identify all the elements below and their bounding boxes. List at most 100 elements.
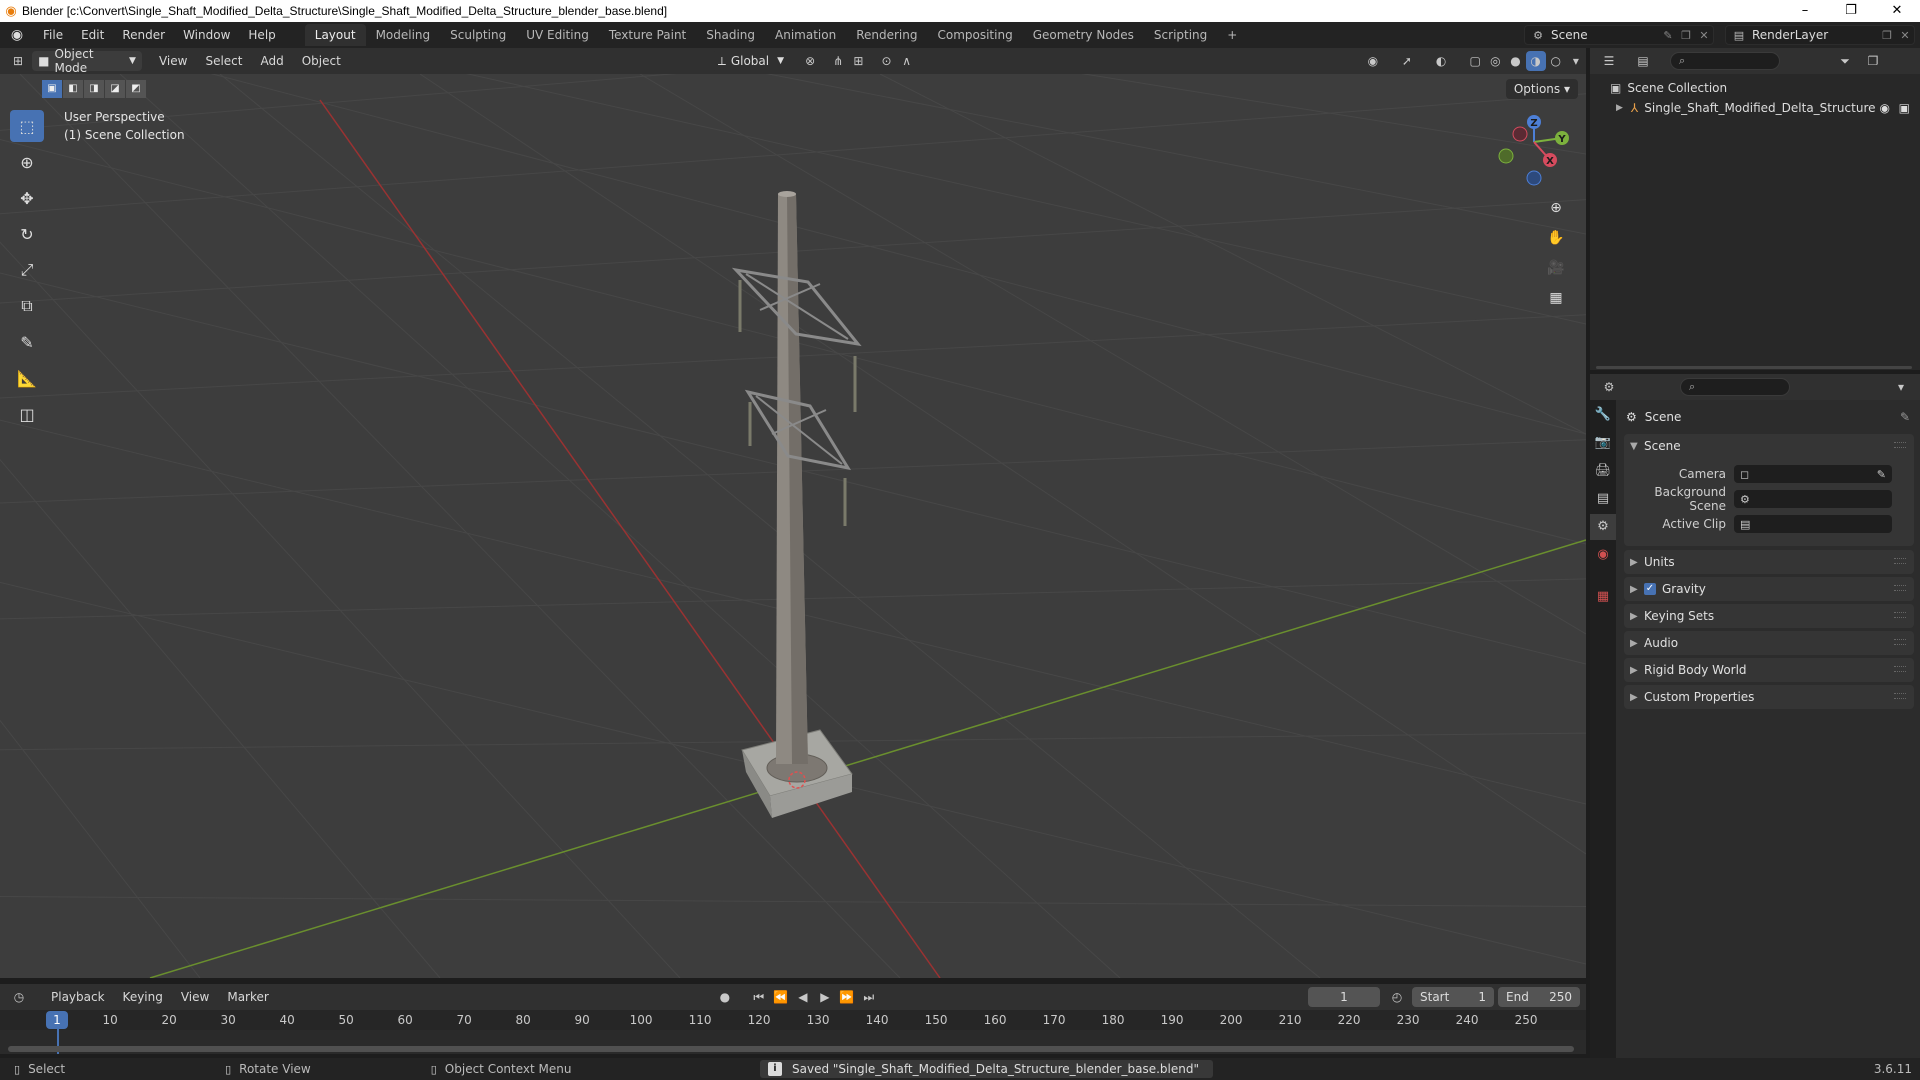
render-layer-name[interactable]: RenderLayer: [1752, 28, 1878, 42]
overlay-toggle-icon[interactable]: ◐: [1431, 51, 1451, 71]
tab-sculpting[interactable]: Sculpting: [440, 24, 516, 46]
new-scene-icon[interactable]: ❐: [1677, 29, 1695, 42]
outliner-row-scene-collection[interactable]: ▣ Scene Collection: [1590, 78, 1920, 98]
menu-object[interactable]: Object: [293, 54, 350, 68]
menu-render[interactable]: Render: [113, 22, 174, 48]
jump-keyframe-forward-icon[interactable]: ⏩: [836, 987, 858, 1007]
drag-grip-icon[interactable]: [1894, 558, 1906, 564]
visibility-icon[interactable]: ◉: [1363, 51, 1383, 71]
menu-keying[interactable]: Keying: [114, 990, 172, 1004]
record-icon[interactable]: ●: [714, 987, 736, 1007]
camera-view-icon[interactable]: 🎥: [1542, 254, 1570, 282]
transform-tool-icon[interactable]: ⧉: [10, 290, 44, 322]
properties-editor-icon[interactable]: ⚙: [1598, 377, 1620, 397]
select-subtract-icon[interactable]: ◨: [84, 80, 104, 98]
rigid-body-world-panel[interactable]: ▶ Rigid Body World: [1624, 658, 1914, 682]
tab-shading[interactable]: Shading: [696, 24, 765, 46]
menu-playback[interactable]: Playback: [42, 990, 114, 1004]
world-tab-icon[interactable]: ◉: [1590, 542, 1616, 568]
properties-search-input[interactable]: ⌕: [1680, 378, 1790, 396]
camera-render-icon[interactable]: ▣: [1899, 101, 1910, 115]
menu-window[interactable]: Window: [174, 22, 239, 48]
drag-grip-icon[interactable]: [1894, 585, 1906, 591]
tab-texture-paint[interactable]: Texture Paint: [599, 24, 696, 46]
add-workspace-button[interactable]: +: [1217, 24, 1247, 46]
tab-scripting[interactable]: Scripting: [1144, 24, 1217, 46]
menu-file[interactable]: File: [34, 22, 72, 48]
preview-range-icon[interactable]: ◴: [1386, 987, 1408, 1007]
menu-marker[interactable]: Marker: [218, 990, 277, 1004]
tab-layout[interactable]: Layout: [304, 24, 366, 46]
texture-tab-icon[interactable]: ▦: [1590, 584, 1616, 610]
zoom-icon[interactable]: ⊕: [1542, 194, 1570, 222]
drag-grip-icon[interactable]: [1894, 612, 1906, 618]
scene-tab-icon[interactable]: ⚙: [1590, 514, 1616, 540]
expand-arrow-icon[interactable]: ▶: [1616, 103, 1623, 113]
delete-scene-icon[interactable]: ✕: [1695, 29, 1713, 42]
menu-view[interactable]: View: [150, 54, 196, 68]
end-frame-field[interactable]: End 250: [1498, 987, 1580, 1007]
select-extend-icon[interactable]: ◧: [63, 80, 83, 98]
scene-name[interactable]: Scene: [1551, 28, 1659, 42]
wireframe-shading-icon[interactable]: ◎: [1485, 51, 1505, 71]
falloff-icon[interactable]: ∧: [897, 51, 917, 71]
new-layer-icon[interactable]: ❐: [1878, 29, 1896, 42]
select-box-tool-icon[interactable]: ⬚: [10, 110, 44, 142]
scene-panel-header[interactable]: ▼ Scene: [1624, 434, 1914, 458]
view-layer-tab-icon[interactable]: ▤: [1590, 486, 1616, 512]
menu-add[interactable]: Add: [251, 54, 292, 68]
tab-rendering[interactable]: Rendering: [846, 24, 927, 46]
3d-viewport[interactable]: Z Y X ▣ ◧ ◨ ◪ ◩ Options ▾ User Perspecti…: [0, 74, 1586, 978]
frame-ruler[interactable]: 10 20 30 40 50 60 70 80 90 100 110 120 130 140 150 160 1…: [0, 1010, 1586, 1030]
delete-layer-icon[interactable]: ✕: [1896, 29, 1914, 42]
timeline-scrollbar[interactable]: [8, 1046, 1574, 1052]
properties-options-icon[interactable]: ▾: [1890, 377, 1912, 397]
annotate-tool-icon[interactable]: ✎: [10, 326, 44, 358]
pan-hand-icon[interactable]: ✋: [1542, 224, 1570, 252]
timeline-editor-icon[interactable]: ◷: [8, 987, 30, 1007]
menu-select[interactable]: Select: [196, 54, 251, 68]
maximize-button[interactable]: ❐: [1828, 0, 1874, 22]
audio-panel[interactable]: ▶ Audio: [1624, 631, 1914, 655]
current-frame-field[interactable]: 1: [1308, 987, 1380, 1007]
select-intersect-icon[interactable]: ◩: [126, 80, 146, 98]
proportional-edit-icon[interactable]: ⊙: [876, 51, 896, 71]
drag-grip-icon[interactable]: [1894, 693, 1906, 699]
add-cube-tool-icon[interactable]: ◫: [10, 398, 44, 430]
active-clip-field[interactable]: ▤: [1734, 515, 1892, 533]
eye-icon[interactable]: ◉: [1880, 101, 1890, 115]
scene-selector[interactable]: ⚙ Scene ✎ ❐ ✕: [1524, 25, 1714, 45]
editor-type-icon[interactable]: ⊞: [8, 51, 28, 71]
eyedropper-icon[interactable]: ✎: [1877, 468, 1886, 481]
tab-uv-editing[interactable]: UV Editing: [516, 24, 599, 46]
snap-target-icon[interactable]: ⊞: [848, 51, 868, 71]
display-mode-icon[interactable]: ▤: [1632, 51, 1654, 71]
blender-menu-icon[interactable]: ◉: [0, 27, 34, 43]
keying-sets-panel[interactable]: ▶ Keying Sets: [1624, 604, 1914, 628]
pin-icon[interactable]: ✎: [1659, 29, 1677, 42]
play-reverse-icon[interactable]: ◀: [792, 987, 814, 1007]
rotate-tool-icon[interactable]: ↻: [10, 218, 44, 250]
snap-icon[interactable]: ⋔: [828, 51, 848, 71]
camera-field[interactable]: ◻ ✎: [1734, 465, 1892, 483]
playhead[interactable]: 1: [46, 1011, 68, 1029]
drag-grip-icon[interactable]: [1894, 666, 1906, 672]
measure-tool-icon[interactable]: 📐: [10, 362, 44, 394]
menu-timeline-view[interactable]: View: [172, 990, 218, 1004]
select-invert-icon[interactable]: ◪: [105, 80, 125, 98]
gravity-checkbox[interactable]: ✓: [1644, 583, 1656, 595]
render-layer-selector[interactable]: ▤ RenderLayer ❐ ✕: [1725, 25, 1915, 45]
tab-modeling[interactable]: Modeling: [366, 24, 441, 46]
tab-geometry-nodes[interactable]: Geometry Nodes: [1023, 24, 1144, 46]
render-tab-icon[interactable]: 📷: [1590, 430, 1616, 456]
cursor-tool-icon[interactable]: ⊕: [10, 146, 44, 178]
pivot-icon[interactable]: ⊗: [800, 51, 820, 71]
timeline[interactable]: 10 20 30 40 50 60 70 80 90 100 110 120 130 140 150 160 1…: [0, 1010, 1586, 1054]
select-new-icon[interactable]: ▣: [42, 80, 62, 98]
jump-end-icon[interactable]: ⏭: [858, 987, 880, 1007]
options-dropdown[interactable]: Options ▾: [1505, 79, 1578, 99]
mode-dropdown[interactable]: ■ Object Mode ▼: [32, 47, 142, 75]
xray-icon[interactable]: ▢: [1465, 51, 1485, 71]
material-shading-icon[interactable]: ◑: [1525, 51, 1546, 71]
play-icon[interactable]: ▶: [814, 987, 836, 1007]
